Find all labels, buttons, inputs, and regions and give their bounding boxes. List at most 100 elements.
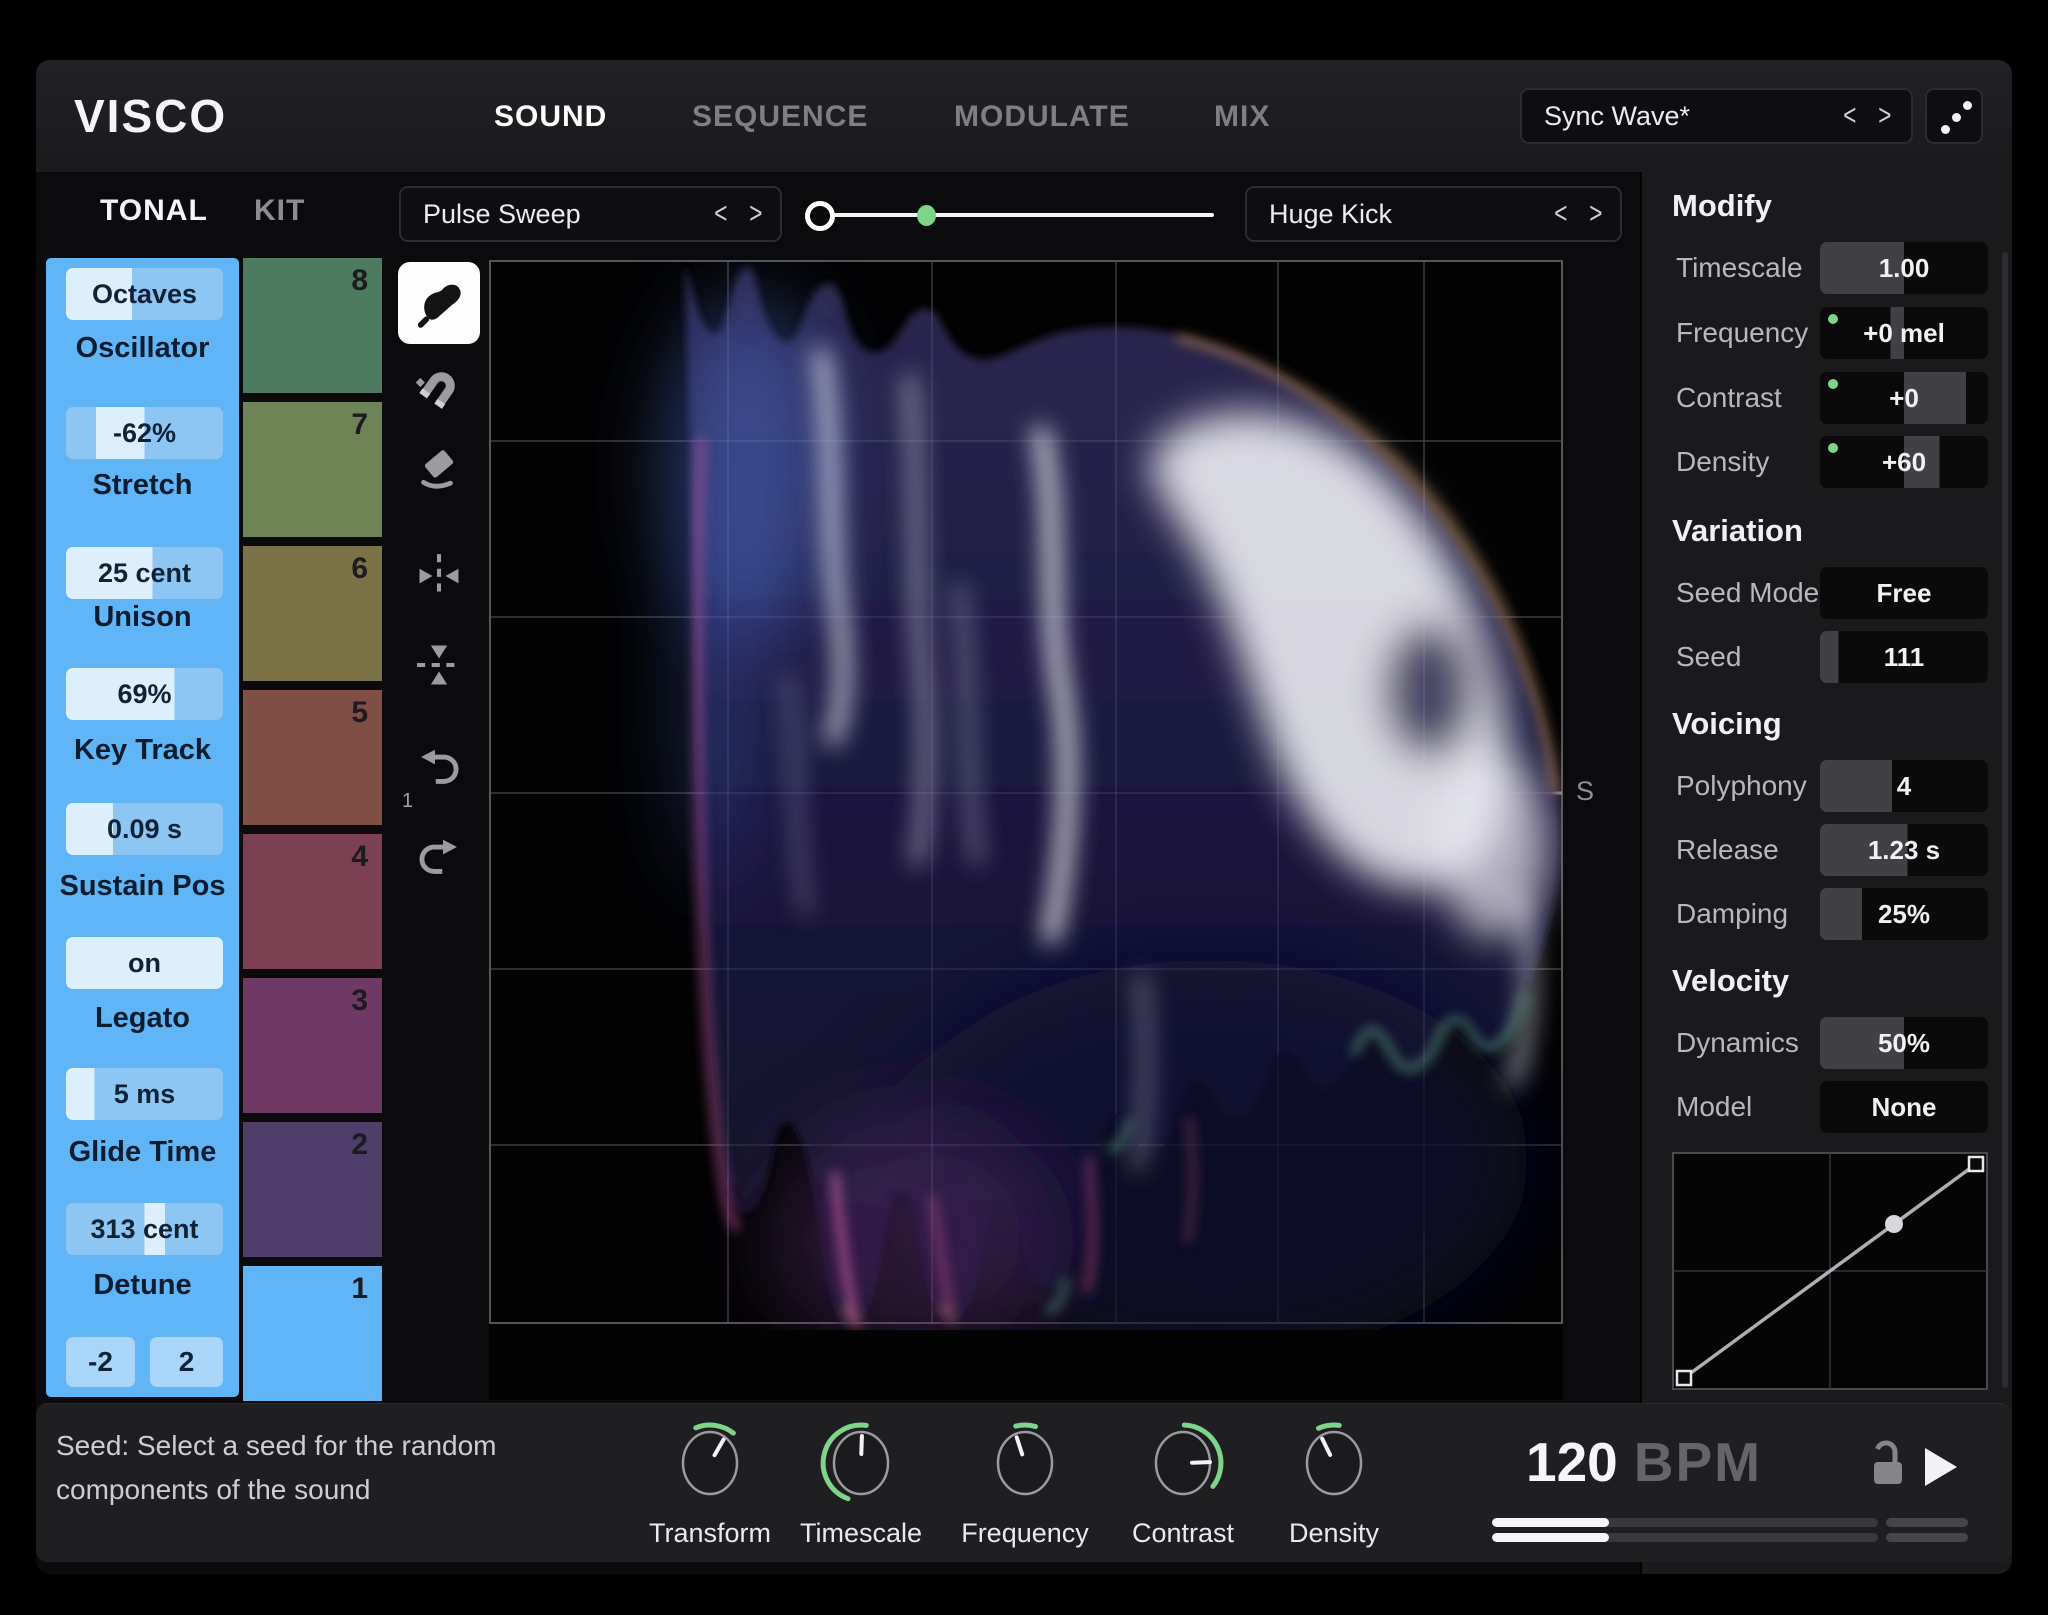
octave-number: 3 xyxy=(351,984,368,1018)
tab-kit[interactable]: KIT xyxy=(254,194,305,228)
damping-pill[interactable]: 25% xyxy=(1820,888,1988,940)
octave-max-button[interactable]: 2 xyxy=(150,1337,223,1387)
preset-prev-icon[interactable]: < xyxy=(1836,99,1863,133)
tab-sound[interactable]: SOUND xyxy=(494,100,607,134)
keytrack-label: Key Track xyxy=(46,732,239,768)
octave-cell-4[interactable]: 4 xyxy=(243,834,382,969)
dynamics-label: Dynamics xyxy=(1676,1025,1799,1061)
unison-slider[interactable]: 25 cent xyxy=(66,547,223,599)
contrast-pill[interactable]: +0 xyxy=(1820,372,1988,424)
frequency-knob[interactable] xyxy=(975,1417,1075,1517)
preset-selector[interactable]: Sync Wave* < > xyxy=(1520,88,1913,144)
tab-modulate[interactable]: MODULATE xyxy=(954,100,1130,134)
panel-scrollbar[interactable] xyxy=(2002,252,2008,1388)
bpm-lock-icon[interactable] xyxy=(1868,1438,1908,1490)
polyphony-label: Polyphony xyxy=(1676,768,1807,804)
frequency-pill[interactable]: +0 mel xyxy=(1820,307,1988,359)
transport-bar-1[interactable] xyxy=(1492,1518,1878,1527)
morph-slider-track[interactable] xyxy=(807,213,1214,217)
panel-divider xyxy=(1640,172,1642,1574)
seedmode-pill[interactable]: Free xyxy=(1820,567,1988,619)
morph-source-name: Pulse Sweep xyxy=(423,199,703,230)
tab-tonal[interactable]: TONAL xyxy=(100,194,208,228)
model-value: None xyxy=(1872,1092,1937,1123)
preset-next-icon[interactable]: > xyxy=(1872,99,1899,133)
eraser-tool-icon[interactable] xyxy=(413,445,465,497)
transport-bar-2-end[interactable] xyxy=(1886,1533,1968,1542)
randomize-dice-button[interactable] xyxy=(1925,88,1983,144)
stretch-slider[interactable]: -62% xyxy=(66,407,223,459)
spectral-canvas[interactable] xyxy=(489,260,1563,1400)
morph-target-selector[interactable]: Huge Kick < > xyxy=(1245,186,1622,242)
release-label: Release xyxy=(1676,832,1779,868)
frequency-value: +0 mel xyxy=(1863,318,1945,349)
source-next-icon[interactable]: > xyxy=(743,197,770,231)
octave-cell-8[interactable]: 8 xyxy=(243,258,382,393)
tooltip-text: Seed: Select a seed for the random compo… xyxy=(56,1424,497,1512)
target-next-icon[interactable]: > xyxy=(1583,197,1610,231)
oscillator-value: Octaves xyxy=(92,279,197,310)
morph-source-selector[interactable]: Pulse Sweep < > xyxy=(399,186,782,242)
morph-position-dot[interactable] xyxy=(917,205,936,226)
octave-cell-5[interactable]: 5 xyxy=(243,690,382,825)
glidetime-slider[interactable]: 5 ms xyxy=(66,1068,223,1120)
octave-number: 1 xyxy=(351,1272,368,1306)
frequency-knob-label: Frequency xyxy=(935,1518,1115,1549)
damping-label: Damping xyxy=(1676,896,1788,932)
top-bar: VISCO SOUND SEQUENCE MODULATE MIX Sync W… xyxy=(36,60,2012,174)
contrast-value: +0 xyxy=(1889,383,1919,414)
octave-cell-2[interactable]: 2 xyxy=(243,1122,382,1257)
density-value: +60 xyxy=(1882,447,1926,478)
seedmode-label: Seed Mode xyxy=(1676,575,1819,611)
morph-slider-handle[interactable] xyxy=(805,201,835,231)
magnet-tool-icon[interactable] xyxy=(413,363,465,415)
release-value: 1.23 s xyxy=(1868,835,1940,866)
contrast-knob[interactable] xyxy=(1133,1417,1233,1517)
bpm-display[interactable]: 120 BPM xyxy=(1526,1430,1762,1494)
curve-handle-start[interactable] xyxy=(1677,1371,1691,1385)
octave-cell-7[interactable]: 7 xyxy=(243,402,382,537)
legato-toggle[interactable]: on xyxy=(66,937,223,989)
mirror-vertical-icon[interactable] xyxy=(413,639,465,691)
target-prev-icon[interactable]: < xyxy=(1547,197,1574,231)
octave-cell-1[interactable]: 1 xyxy=(243,1266,382,1401)
glidetime-label: Glide Time xyxy=(46,1134,239,1170)
seed-pill[interactable]: 111 xyxy=(1820,631,1988,683)
release-pill[interactable]: 1.23 s xyxy=(1820,824,1988,876)
octave-cell-3[interactable]: 3 xyxy=(243,978,382,1113)
curve-point[interactable] xyxy=(1885,1215,1903,1233)
octave-cell-6[interactable]: 6 xyxy=(243,546,382,681)
curve-handle-end[interactable] xyxy=(1969,1157,1983,1171)
stretch-value: -62% xyxy=(113,418,176,449)
section-variation: Variation xyxy=(1672,512,1803,550)
frequency-label: Frequency xyxy=(1676,315,1808,351)
keytrack-slider[interactable]: 69% xyxy=(66,668,223,720)
transform-knob[interactable] xyxy=(660,1417,760,1517)
octave-min-button[interactable]: -2 xyxy=(66,1337,135,1387)
polyphony-pill[interactable]: 4 xyxy=(1820,760,1988,812)
tab-sequence[interactable]: SEQUENCE xyxy=(692,100,868,134)
sustainpos-value: 0.09 s xyxy=(107,814,182,845)
timescale-knob-label: Timescale xyxy=(771,1518,951,1549)
mirror-horizontal-icon[interactable] xyxy=(413,550,465,602)
density-knob-label: Density xyxy=(1244,1518,1424,1549)
undo-icon[interactable] xyxy=(413,744,465,796)
timescale-knob[interactable] xyxy=(811,1417,911,1517)
source-prev-icon[interactable]: < xyxy=(707,197,734,231)
timescale-value: 1.00 xyxy=(1879,253,1930,284)
transport-bar-1-end[interactable] xyxy=(1886,1518,1968,1527)
model-pill[interactable]: None xyxy=(1820,1081,1988,1133)
sustainpos-slider[interactable]: 0.09 s xyxy=(66,803,223,855)
detune-slider[interactable]: 313 cent xyxy=(66,1203,223,1255)
timescale-pill[interactable]: 1.00 xyxy=(1820,242,1988,294)
dynamics-pill[interactable]: 50% xyxy=(1820,1017,1988,1069)
tab-mix[interactable]: MIX xyxy=(1214,100,1270,134)
velocity-curve-editor[interactable] xyxy=(1672,1152,1988,1390)
section-velocity: Velocity xyxy=(1672,962,1789,1000)
oscillator-slider[interactable]: Octaves xyxy=(66,268,223,320)
play-button[interactable] xyxy=(1925,1448,1957,1486)
density-pill[interactable]: +60 xyxy=(1820,436,1988,488)
redo-icon[interactable] xyxy=(413,834,465,886)
density-knob[interactable] xyxy=(1284,1417,1384,1517)
transport-bar-2[interactable] xyxy=(1492,1533,1878,1542)
